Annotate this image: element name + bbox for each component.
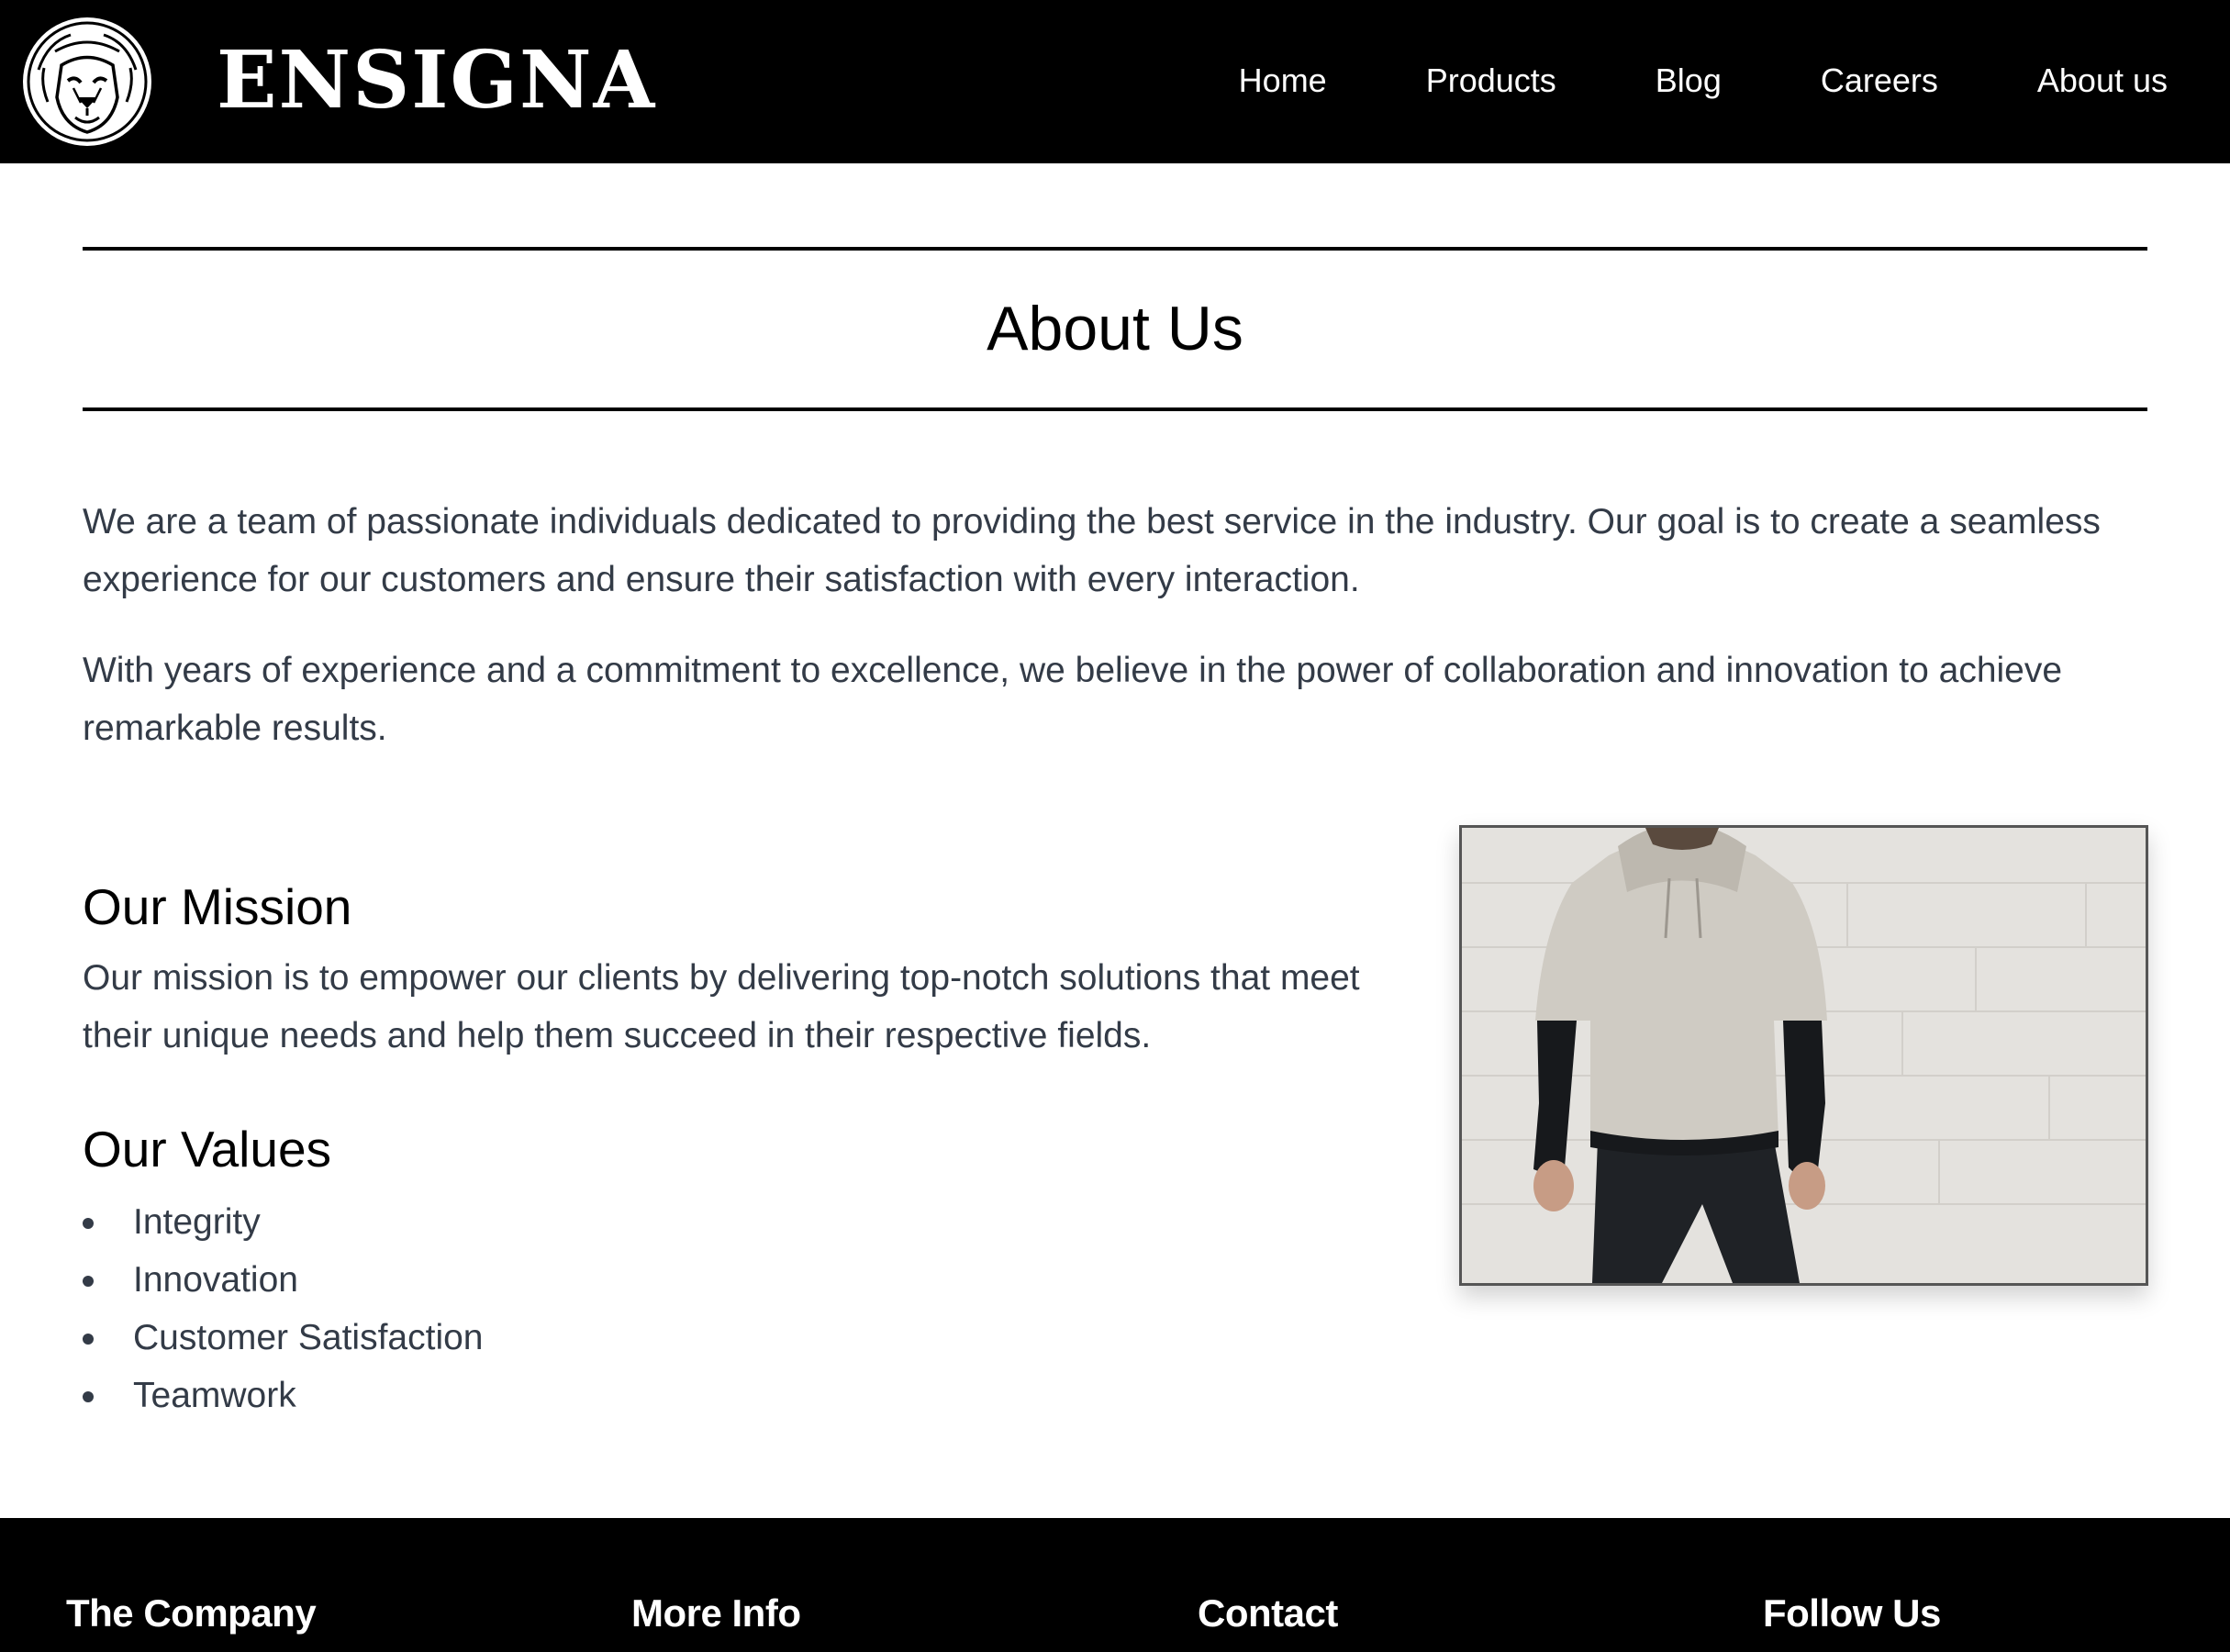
value-label: Teamwork <box>133 1376 296 1415</box>
values-heading: Our Values <box>83 1121 332 1178</box>
footer-heading-more-info: More Info <box>631 1591 801 1635</box>
brand-logotype[interactable]: ENSIGNA <box>217 35 656 127</box>
list-item: Innovation <box>83 1251 1386 1309</box>
bullet-icon <box>83 1391 94 1402</box>
bullet-icon <box>83 1276 94 1287</box>
list-item: Integrity <box>83 1193 1386 1251</box>
nav-link-blog[interactable]: Blog <box>1656 55 1722 106</box>
intro-section: We are a team of passionate individuals … <box>83 493 2147 790</box>
list-item: Customer Satisfaction <box>83 1309 1386 1367</box>
mission-values-section: Our Mission Our mission is to empower ou… <box>83 872 1386 1424</box>
footer-heading-company: The Company <box>66 1591 317 1635</box>
main-nav: Home Products Blog Careers About us <box>1239 55 2168 106</box>
lion-head-icon[interactable] <box>20 15 154 149</box>
mission-heading: Our Mission <box>83 878 352 935</box>
bullet-icon <box>83 1218 94 1229</box>
site-footer: The Company More Info Contact Follow Us <box>0 1518 2230 1652</box>
page-title: About Us <box>987 294 1243 363</box>
mission-text: Our mission is to empower our clients by… <box>83 958 1360 1055</box>
footer-heading-contact: Contact <box>1198 1591 1338 1635</box>
title-divider-top <box>83 247 2147 251</box>
nav-link-careers[interactable]: Careers <box>1821 55 1938 106</box>
nav-link-products[interactable]: Products <box>1426 55 1556 106</box>
title-divider-bottom <box>83 407 2147 411</box>
values-list: Integrity Innovation Customer Satisfacti… <box>83 1193 1386 1424</box>
intro-paragraph: We are a team of passionate individuals … <box>83 502 2101 599</box>
value-label: Integrity <box>133 1202 261 1242</box>
team-photo <box>1459 825 2148 1286</box>
value-label: Innovation <box>133 1260 298 1300</box>
nav-link-about-us[interactable]: About us <box>2037 55 2168 106</box>
site-header: ENSIGNA Home Products Blog Careers About… <box>0 0 2230 163</box>
intro-paragraph: With years of experience and a commitmen… <box>83 651 2063 748</box>
bullet-icon <box>83 1334 94 1345</box>
value-label: Customer Satisfaction <box>133 1318 484 1357</box>
footer-heading-follow-us: Follow Us <box>1763 1591 1941 1635</box>
list-item: Teamwork <box>83 1367 1386 1424</box>
nav-link-home[interactable]: Home <box>1239 55 1327 106</box>
